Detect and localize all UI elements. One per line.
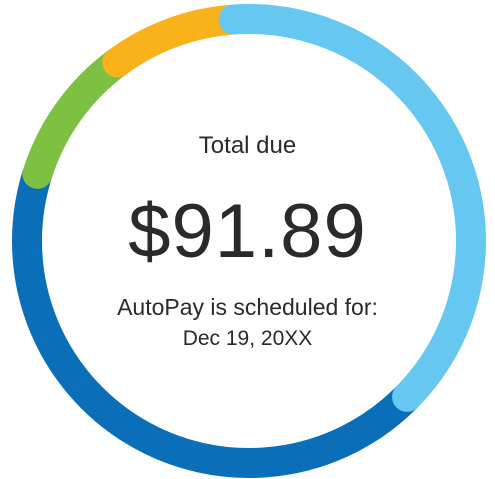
autopay-date: Dec 19, 20XX [182,327,313,350]
total-due-amount: $91.89 [128,189,367,274]
payment-summary: Total due $91.89 AutoPay is scheduled fo… [0,0,495,479]
autopay-scheduled-label: AutoPay is scheduled for: [117,294,378,320]
total-due-label: Total due [198,132,297,159]
